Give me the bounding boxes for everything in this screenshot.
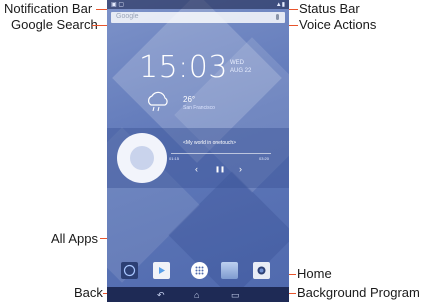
elapsed-time: 01:15	[169, 156, 180, 161]
navigation-bar: ↶ ⌂ ▭	[107, 287, 289, 302]
weather-temperature: 26°	[183, 95, 196, 104]
clock-time: 15:03	[139, 50, 228, 85]
browser-icon[interactable]	[121, 262, 138, 279]
all-apps-callout: All Apps	[51, 231, 98, 246]
notification-icon: ▣ ▢	[111, 2, 125, 8]
clock-date: AUG 22	[230, 68, 252, 74]
status-bar[interactable]: ▣ ▢ ▲▮	[107, 0, 289, 9]
song-title: <My world in onetouch>	[183, 140, 237, 146]
pause-button[interactable]: ❚❚	[215, 166, 225, 173]
microphone-icon[interactable]	[276, 14, 279, 20]
voice-actions-callout: Voice Actions	[299, 17, 377, 32]
home-icon[interactable]: ⌂	[194, 290, 199, 300]
album-disc-icon	[117, 133, 167, 183]
gallery-icon[interactable]	[221, 262, 238, 279]
back-icon[interactable]: ↶	[157, 290, 165, 301]
google-search-callout: Google Search	[11, 17, 98, 32]
total-time: 03:20	[259, 156, 270, 161]
search-placeholder: Google	[116, 13, 139, 20]
phone-home-screen: ▣ ▢ ▲▮ Google 15:03 WED AUG 22 26° San F…	[107, 0, 289, 302]
google-search-bar[interactable]: Google	[111, 12, 285, 23]
back-callout: Back	[74, 285, 103, 300]
recent-apps-icon[interactable]: ▭	[231, 290, 240, 301]
home-callout: Home	[297, 266, 332, 281]
clock-weather-widget[interactable]: 15:03 WED AUG 22 26° San Francisco	[127, 43, 277, 133]
play-store-icon[interactable]	[153, 262, 170, 279]
app-dock	[107, 262, 289, 284]
weather-city: San Francisco	[183, 105, 215, 111]
status-bar-callout: Status Bar	[299, 1, 360, 16]
clock-day: WED	[230, 60, 244, 66]
notification-bar-callout: Notification Bar	[4, 1, 93, 16]
all-apps-icon[interactable]	[191, 262, 208, 279]
playback-progress-bar[interactable]	[171, 153, 271, 154]
background-program-callout: Background Program	[297, 285, 420, 300]
camera-icon[interactable]	[253, 262, 270, 279]
previous-track-button[interactable]: ‹	[195, 164, 198, 174]
next-track-button[interactable]: ›	[239, 164, 242, 174]
signal-battery-icon: ▲▮	[275, 2, 285, 8]
music-player-widget[interactable]: <My world in onetouch> 01:15 03:20 ‹ ❚❚ …	[107, 128, 289, 188]
cloud-rain-icon	[148, 91, 168, 112]
